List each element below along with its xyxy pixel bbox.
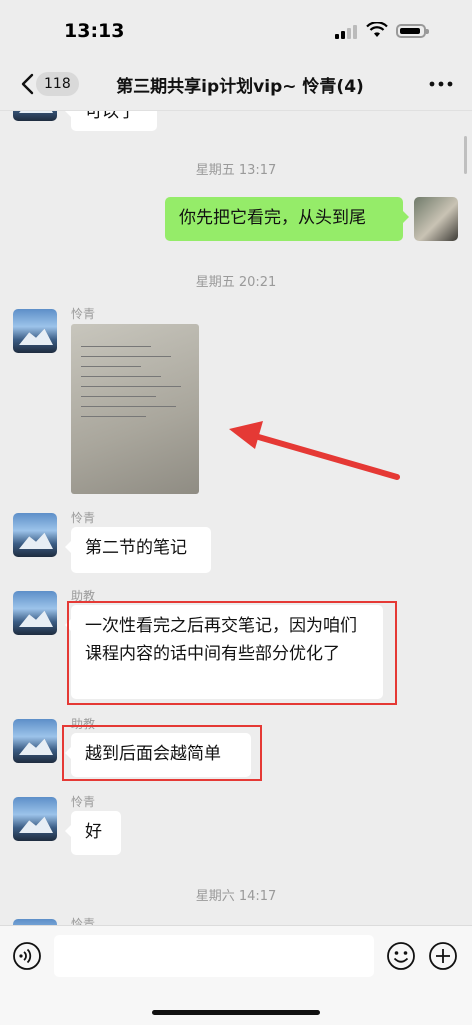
wifi-icon (366, 22, 388, 37)
sender-name: 怜青 (71, 307, 96, 321)
timestamp: 星期五 20:21 (195, 275, 277, 290)
message-bubble[interactable]: 好 (65, 811, 121, 855)
status-bar: 13:13 (0, 0, 472, 60)
sender-name: 怜青 (71, 511, 96, 525)
plus-icon[interactable] (428, 941, 458, 971)
avatar[interactable] (13, 309, 57, 353)
red-box-annotation (62, 725, 262, 781)
status-time: 13:13 (64, 20, 125, 42)
timestamp: 星期五 13:17 (195, 163, 277, 178)
message-bubble-self[interactable]: 你先把它看完，从头到尾 (165, 197, 409, 241)
message-bubble[interactable]: 第二节的笔记 (65, 527, 211, 573)
emoji-icon[interactable] (386, 941, 416, 971)
avatar[interactable] (13, 591, 57, 635)
image-message-notes[interactable] (71, 324, 199, 494)
chat-header: 118 第三期共享ip计划vip~ 怜青(4) (0, 60, 472, 111)
red-box-annotation (67, 601, 397, 705)
unread-count-badge[interactable]: 118 (36, 72, 79, 96)
avatar-self[interactable] (414, 197, 458, 241)
timestamp: 星期六 14:17 (195, 889, 277, 904)
red-arrow-annotation (229, 421, 400, 480)
avatar[interactable] (13, 719, 57, 763)
avatar[interactable] (13, 111, 57, 121)
message-list[interactable]: 可以了 星期五 13:17 你先把它看完，从头到尾 星期五 20:21 怜青 怜… (0, 111, 472, 925)
avatar[interactable] (13, 513, 57, 557)
message-bubble[interactable]: 可以了 (65, 111, 157, 131)
sender-name: 怜青 (71, 795, 96, 809)
more-icon[interactable] (428, 74, 454, 94)
avatar[interactable] (13, 797, 57, 841)
chat-title: 第三期共享ip计划vip~ 怜青(4) (116, 77, 364, 97)
signal-icon (335, 25, 357, 39)
sender-name: 怜青 (71, 917, 96, 925)
message-input[interactable] (54, 935, 374, 977)
home-indicator (152, 1010, 320, 1015)
voice-icon[interactable] (12, 941, 42, 971)
battery-icon (396, 24, 429, 38)
